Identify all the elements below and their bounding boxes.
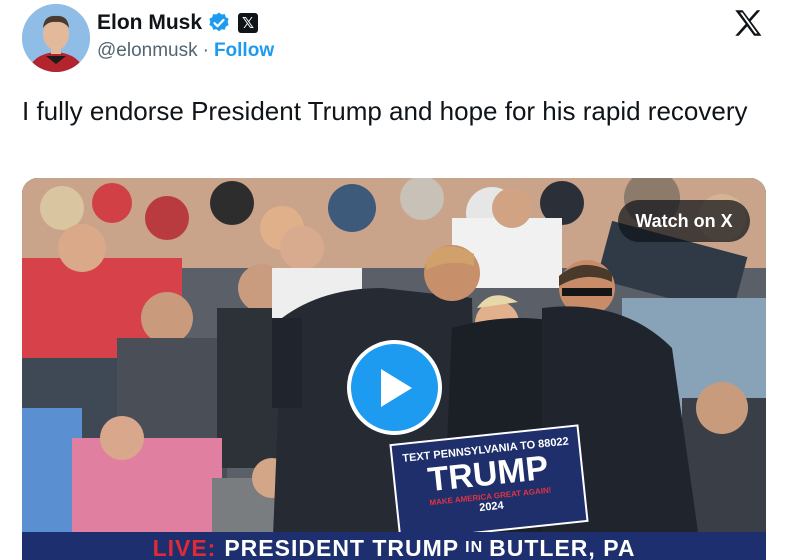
tweet-text: I fully endorse President Trump and hope… [22, 96, 748, 126]
author-block: Elon Musk 𝕏 @elonmusk · Follow [97, 8, 274, 62]
separator-dot: · [202, 40, 209, 61]
verified-badge-icon [209, 12, 229, 32]
trump-sign: TEXT PENNSYLVANIA TO 88022 TRUMP MAKE AM… [389, 424, 589, 542]
author-handle[interactable]: @elonmusk [97, 40, 198, 62]
x-affiliate-badge-icon: 𝕏 [238, 13, 259, 33]
banner-text-3: BUTLER, PA [489, 534, 636, 560]
play-icon [380, 368, 412, 407]
follow-button[interactable]: Follow [214, 40, 274, 62]
x-logo-icon[interactable] [731, 6, 765, 40]
live-banner: LIVE: PRESIDENT TRUMP IN BUTLER, PA [22, 532, 766, 560]
video-player[interactable]: TEXT PENNSYLVANIA TO 88022 TRUMP MAKE AM… [22, 178, 766, 560]
live-label: LIVE: [152, 534, 217, 560]
banner-text-1: PRESIDENT TRUMP [224, 534, 460, 560]
watch-on-x-button[interactable]: Watch on X [618, 200, 750, 242]
banner-text-2: IN [465, 539, 484, 556]
play-button[interactable] [347, 340, 442, 435]
author-name[interactable]: Elon Musk [97, 11, 202, 35]
avatar[interactable] [22, 4, 90, 72]
